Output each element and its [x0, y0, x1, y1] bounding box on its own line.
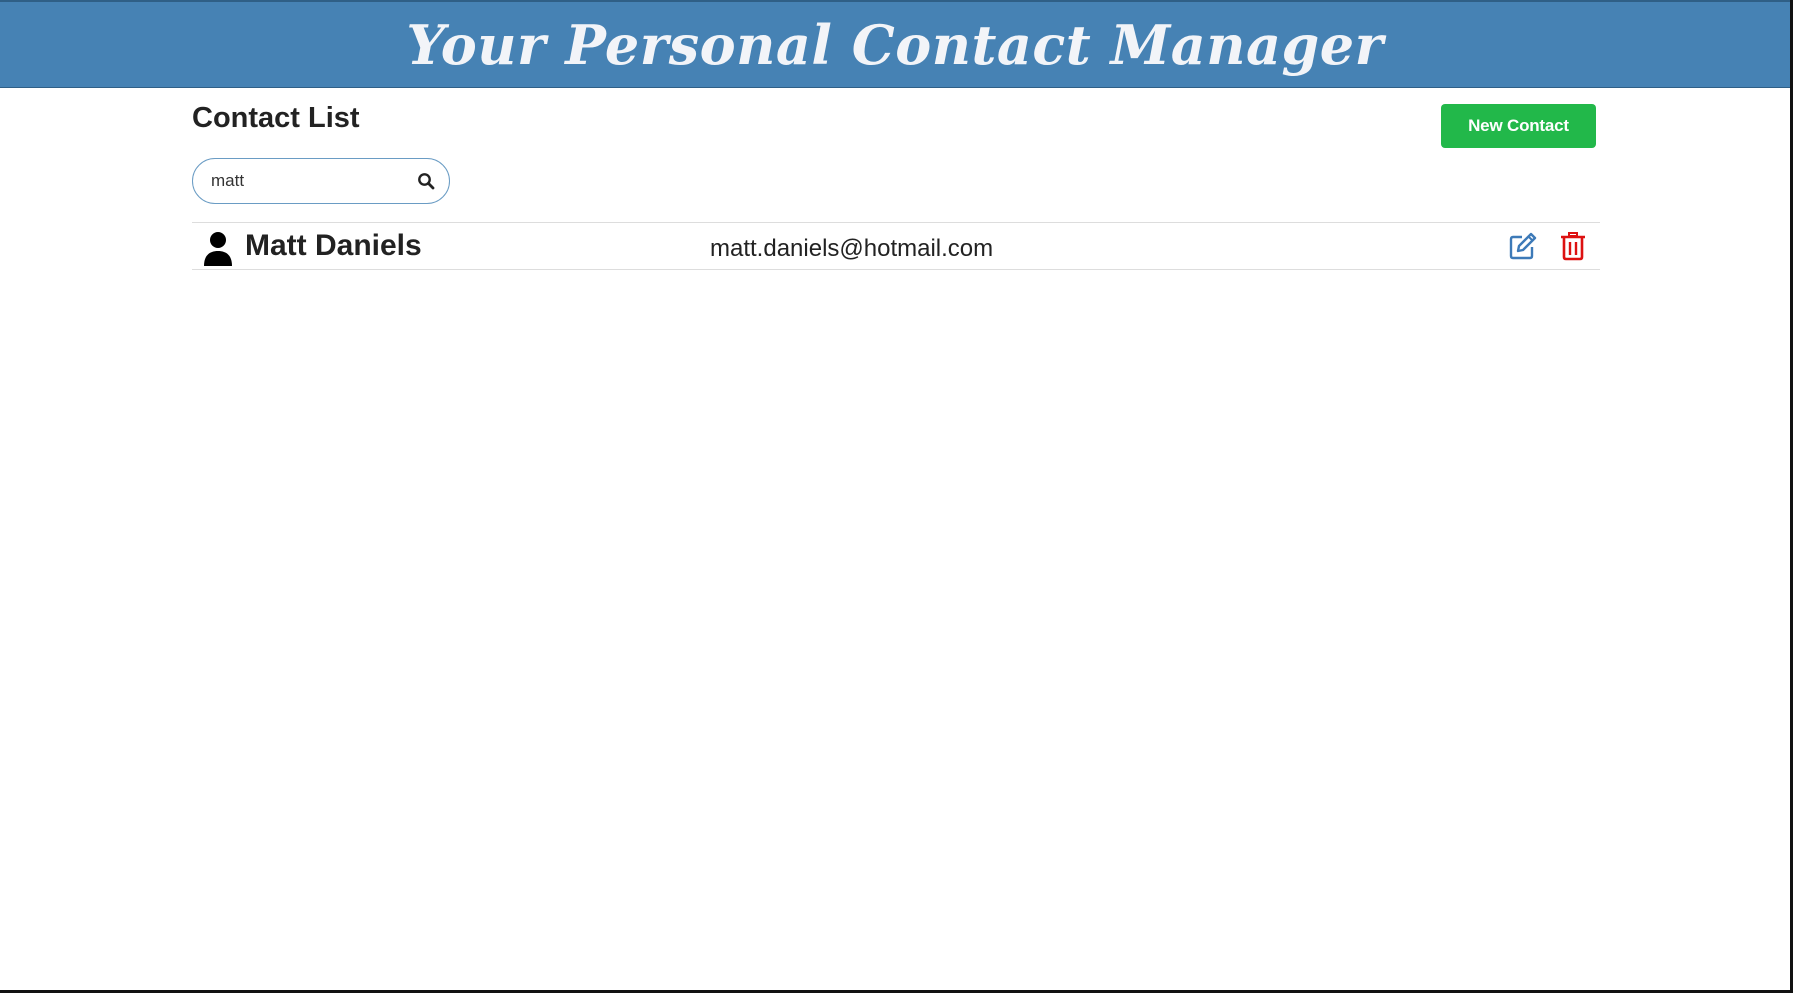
new-contact-button[interactable]: New Contact	[1441, 104, 1596, 148]
trash-icon[interactable]	[1560, 231, 1586, 261]
search-input[interactable]	[211, 171, 415, 191]
search-box	[192, 158, 450, 204]
search-icon[interactable]	[415, 170, 437, 192]
edit-icon[interactable]	[1508, 231, 1538, 261]
user-icon	[202, 231, 234, 267]
app-window: Your Personal Contact Manager Contact Li…	[0, 0, 1793, 993]
contact-row: Matt Daniels matt.daniels@hotmail.com	[192, 222, 1600, 270]
contact-name: Matt Daniels	[245, 229, 422, 262]
contact-list: Matt Daniels matt.daniels@hotmail.com	[192, 222, 1600, 270]
app-title: Your Personal Contact Manager	[406, 12, 1384, 77]
contact-email: matt.daniels@hotmail.com	[710, 235, 994, 262]
page-title: Contact List	[192, 102, 360, 134]
app-header: Your Personal Contact Manager	[0, 0, 1790, 88]
